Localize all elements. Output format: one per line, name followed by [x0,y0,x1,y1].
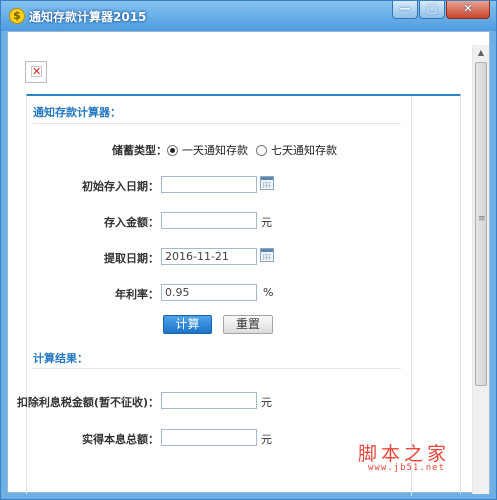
window-controls: — □ ✕ [391,1,490,21]
scroll-up-arrow-icon[interactable]: ▲ [473,45,489,61]
total-unit: 元 [261,433,272,446]
radio-seven-day[interactable] [256,144,267,156]
panel-divider [411,96,412,496]
deposit-amount-unit: 元 [261,216,272,229]
annual-rate-input[interactable] [161,284,257,301]
window-title: 通知存款计算器2015 [29,10,147,24]
minimize-button[interactable]: — [392,1,418,19]
watermark-url: www.jb51.net [368,463,446,473]
calendar-icon[interactable] [260,176,274,190]
radio-one-day[interactable] [167,144,178,156]
radio-seven-day-label[interactable]: 七天通知存款 [271,142,337,158]
withdraw-date-label: 提取日期： [104,252,159,265]
app-window: $ 通知存款计算器2015 — □ ✕ ✕ 通知存款计算器： 储蓄类型： 一天通… [0,0,497,500]
tax-deducted-label: 扣除利息税金额(暂不征收)： [16,396,159,409]
savings-type-label: 储蓄类型： [112,144,167,157]
calculate-button[interactable]: 计算 [163,315,212,334]
broken-image-icon: ✕ [25,61,47,83]
broken-image-glyph: ✕ [31,65,42,78]
radio-one-day-label[interactable]: 一天通知存款 [182,142,248,158]
withdraw-date-input[interactable] [161,248,257,265]
annual-rate-unit: % [263,286,274,299]
deposit-date-label: 初始存入日期： [82,180,159,193]
grip-icon: ≡ [478,214,486,224]
section-divider [33,123,401,124]
deposit-amount-label: 存入金额： [104,216,159,229]
calculator-section-title: 通知存款计算器： [33,106,121,119]
savings-type-radio-group: 一天通知存款 七天通知存款 [167,142,345,158]
close-button[interactable]: ✕ [446,1,490,19]
tax-deducted-unit: 元 [261,396,272,409]
vertical-scrollbar[interactable]: ▲ ≡ [472,45,489,494]
title-bar[interactable]: $ 通知存款计算器2015 — □ ✕ [1,1,496,31]
reset-button[interactable]: 重置 [223,315,273,334]
section-divider [33,368,401,369]
watermark-logo: 脚本之家 [358,443,451,465]
deposit-amount-input[interactable] [161,212,257,229]
calculator-panel: 通知存款计算器： 储蓄类型： 一天通知存款 七天通知存款 初始存入日期： 存入金… [17,94,461,496]
calendar-icon[interactable] [260,248,274,262]
scroll-thumb[interactable]: ≡ [475,62,487,386]
content-area: ✕ 通知存款计算器： 储蓄类型： 一天通知存款 七天通知存款 初始存入日期： 存… [7,31,490,496]
total-label: 实得本息总额： [82,433,159,446]
results-section-title: 计算结果： [33,352,88,365]
total-input[interactable] [161,429,257,446]
deposit-date-input[interactable] [161,176,257,193]
app-coin-icon: $ [9,8,25,24]
maximize-button[interactable]: □ [419,1,445,19]
tax-deducted-input[interactable] [161,392,257,409]
annual-rate-label: 年利率： [115,288,159,301]
